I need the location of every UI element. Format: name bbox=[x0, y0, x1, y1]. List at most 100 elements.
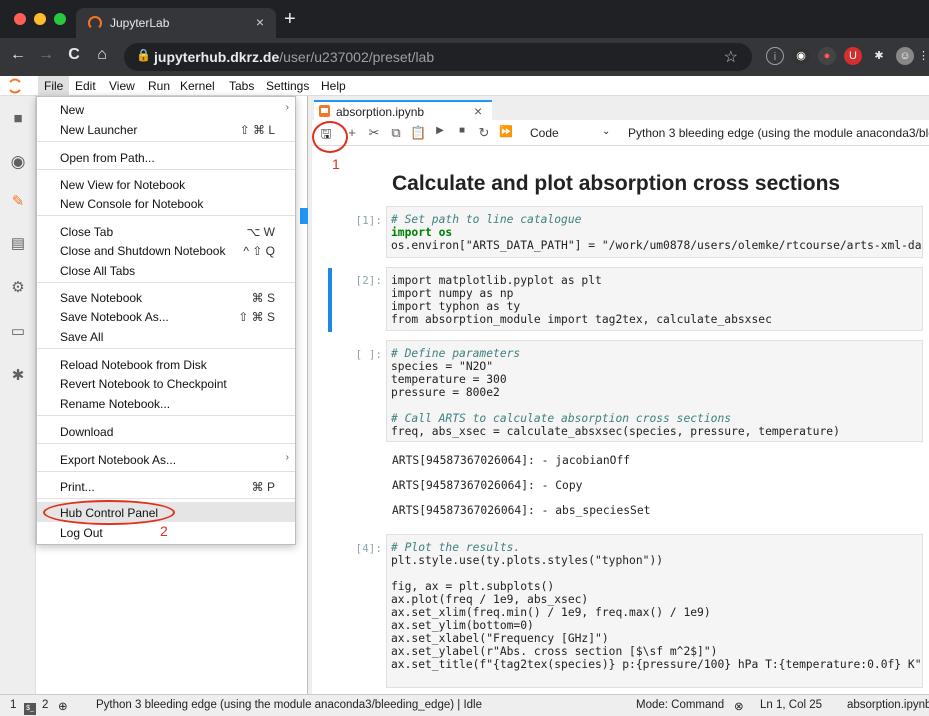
menu-help[interactable]: Help bbox=[321, 79, 346, 93]
address-bar[interactable]: 🔒 jupyterhub.dkrz.de/user/u237002/preset… bbox=[124, 43, 752, 71]
kernel-count[interactable]: 2 bbox=[42, 699, 48, 711]
minimize-window-button[interactable] bbox=[34, 13, 46, 25]
jupyter-favicon-icon bbox=[88, 16, 102, 30]
tab-absorption-notebook[interactable]: absorption.ipynb × bbox=[314, 100, 492, 120]
run-icon[interactable]: ▶ bbox=[432, 125, 448, 136]
maximize-window-button[interactable] bbox=[54, 13, 66, 25]
menu-item-export-notebook[interactable]: Export Notebook As... › bbox=[37, 449, 295, 469]
restart-icon[interactable]: ↻ bbox=[476, 125, 492, 141]
cut-icon[interactable]: ✂ bbox=[366, 125, 382, 141]
ublock-extension-icon[interactable]: U bbox=[844, 47, 862, 65]
run-all-icon[interactable]: ⏩ bbox=[498, 125, 514, 138]
forward-button[interactable]: → bbox=[36, 46, 56, 64]
code-line: import matplotlib.pyplot as plt bbox=[391, 274, 602, 287]
kernel-status[interactable]: Python 3 bleeding edge (using the module… bbox=[96, 699, 482, 711]
menu-edit[interactable]: Edit bbox=[75, 79, 96, 93]
annotation-circle-hub bbox=[43, 500, 175, 525]
menu-item-download[interactable]: Download bbox=[37, 421, 295, 441]
git-icon[interactable]: ✎ bbox=[9, 192, 27, 210]
menu-item-reload-notebook[interactable]: Reload Notebook from Disk bbox=[37, 354, 295, 374]
code-line: ax.set_ylim(bottom=0) bbox=[391, 619, 534, 632]
kernel-name[interactable]: Python 3 bleeding edge (using the module… bbox=[628, 126, 929, 140]
property-inspector-icon[interactable]: ⚙ bbox=[9, 278, 27, 296]
paste-icon[interactable]: 📋 bbox=[410, 125, 426, 141]
left-activity-bar: ■ ◉ ✎ ▤ ⚙ ▭ ✱ bbox=[0, 96, 36, 694]
menu-item-close-shutdown[interactable]: Close and Shutdown Notebook ^ ⇧ Q bbox=[37, 240, 295, 260]
menu-item-close-tab[interactable]: Close Tab ⌥ W bbox=[37, 221, 295, 241]
new-tab-button[interactable]: + bbox=[284, 8, 296, 31]
menu-item-shortcut: ⇧ ⌘ L bbox=[239, 123, 275, 137]
code-line: species = "N2O" bbox=[391, 360, 494, 373]
folder-icon[interactable]: ■ bbox=[9, 110, 27, 128]
menu-item-new-launcher[interactable]: New Launcher ⇧ ⌘ L bbox=[37, 119, 295, 139]
code-cell-2[interactable]: import matplotlib.pyplot as plt import nu… bbox=[386, 267, 923, 331]
cell-output-line: ARTS[94587367026064]: - jacobianOff bbox=[392, 454, 631, 467]
menu-item-open-from-path[interactable]: Open from Path... bbox=[37, 147, 295, 167]
terminal-icon: $_ bbox=[24, 699, 36, 715]
cursor-position[interactable]: Ln 1, Col 25 bbox=[760, 699, 822, 711]
browser-menu-icon[interactable]: ⋮ bbox=[918, 47, 929, 65]
close-tab-icon[interactable]: × bbox=[256, 14, 264, 30]
extension-icon[interactable]: ● bbox=[818, 47, 836, 65]
status-bar: 1 $_ 2 ⊕ Python 3 bleeding edge (using t… bbox=[0, 694, 929, 716]
code-line: # Call ARTS to calculate absorption cros… bbox=[391, 412, 732, 425]
extension-icon[interactable]: ◉ bbox=[792, 47, 810, 65]
menu-tabs[interactable]: Tabs bbox=[229, 79, 254, 93]
browser-tab-jupyterlab[interactable]: JupyterLab × bbox=[76, 8, 276, 38]
menu-separator bbox=[37, 498, 295, 499]
code-line: ax.set_xlabel("Frequency [GHz]") bbox=[391, 632, 609, 645]
menu-item-shortcut: ⌘ S bbox=[251, 291, 275, 305]
tabs-icon[interactable]: ▭ bbox=[9, 322, 27, 340]
menu-item-save-notebook[interactable]: Save Notebook ⌘ S bbox=[37, 287, 295, 307]
menu-item-save-notebook-as[interactable]: Save Notebook As... ⇧ ⌘ S bbox=[37, 306, 295, 326]
menu-item-close-all-tabs[interactable]: Close All Tabs bbox=[37, 260, 295, 280]
menu-file[interactable]: File bbox=[38, 76, 70, 96]
menu-settings[interactable]: Settings bbox=[266, 79, 309, 93]
menu-item-label: Save Notebook As... bbox=[60, 310, 169, 324]
jupyter-menubar: File Edit View Run Kernel Tabs Settings … bbox=[0, 76, 929, 96]
menu-item-revert-checkpoint[interactable]: Revert Notebook to Checkpoint bbox=[37, 373, 295, 393]
extensions-icon[interactable]: ✱ bbox=[9, 366, 27, 384]
menu-item-new-view[interactable]: New View for Notebook bbox=[37, 174, 295, 194]
menu-run[interactable]: Run bbox=[148, 79, 170, 93]
menu-item-shortcut: ^ ⇧ Q bbox=[243, 244, 275, 258]
code-cell-1[interactable]: # Set path to line catalogue import os os.… bbox=[386, 206, 923, 258]
code-line: ax.set_ylabel(r"Abs. cross section [$\sf… bbox=[391, 645, 718, 658]
kernel-chip-icon: ⊕ bbox=[58, 701, 68, 713]
notebook-heading: Calculate and plot absorption cross sect… bbox=[392, 172, 841, 195]
menu-item-label: Log Out bbox=[60, 526, 103, 540]
menu-item-label: Export Notebook As... bbox=[60, 453, 177, 467]
profile-avatar[interactable]: ☺ bbox=[896, 47, 914, 65]
home-button[interactable]: ⌂ bbox=[92, 46, 112, 64]
menu-separator bbox=[37, 471, 295, 472]
close-notebook-tab-icon[interactable]: × bbox=[474, 103, 482, 119]
menu-item-label: New View for Notebook bbox=[60, 178, 186, 192]
menu-item-print[interactable]: Print... ⌘ P bbox=[37, 476, 295, 496]
menu-item-save-all[interactable]: Save All bbox=[37, 326, 295, 346]
close-window-button[interactable] bbox=[14, 13, 26, 25]
code-line: freq, abs_xsec = calculate_absxsec(speci… bbox=[391, 425, 840, 438]
bookmark-star-icon[interactable]: ☆ bbox=[724, 47, 738, 67]
commands-icon[interactable]: ▤ bbox=[9, 234, 27, 252]
info-extension-icon[interactable]: i bbox=[766, 47, 784, 65]
menu-separator bbox=[37, 215, 295, 216]
back-button[interactable]: ← bbox=[8, 46, 28, 64]
menu-view[interactable]: View bbox=[109, 79, 135, 93]
terminal-count[interactable]: 1 bbox=[10, 699, 16, 711]
menu-item-label: New Launcher bbox=[60, 123, 138, 137]
menu-item-new-console[interactable]: New Console for Notebook bbox=[37, 193, 295, 213]
copy-icon[interactable]: ⧉ bbox=[388, 125, 404, 141]
running-kernels-icon[interactable]: ◉ bbox=[9, 152, 27, 171]
code-cell-3[interactable]: # Define parameters species = "N2O" temper… bbox=[386, 340, 923, 442]
menu-kernel[interactable]: Kernel bbox=[180, 79, 215, 93]
menu-item-new[interactable]: New › bbox=[37, 99, 295, 119]
notebook-mode: Mode: Command bbox=[636, 699, 725, 711]
puzzle-extensions-icon[interactable]: ✱ bbox=[870, 47, 888, 65]
menu-item-label: Close Tab bbox=[60, 225, 114, 239]
menu-item-rename-notebook[interactable]: Rename Notebook... bbox=[37, 393, 295, 413]
chevron-down-icon[interactable]: ⌄ bbox=[602, 126, 610, 137]
stop-icon[interactable]: ■ bbox=[454, 125, 470, 136]
code-cell-4[interactable]: # Plot the results. plt.style.use(ty.plot… bbox=[386, 534, 923, 688]
cell-type-select[interactable]: Code bbox=[530, 126, 559, 140]
reload-button[interactable]: C bbox=[64, 46, 84, 64]
